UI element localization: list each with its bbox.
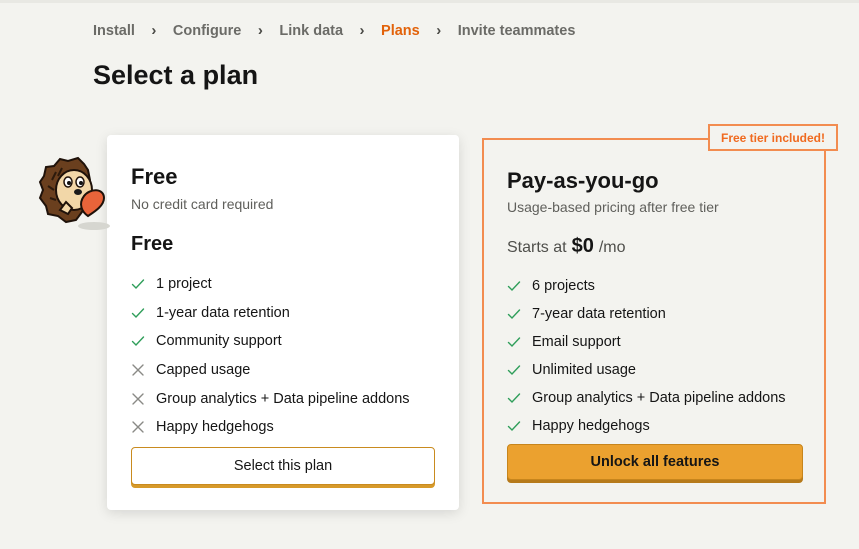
feature-label: Unlimited usage — [532, 362, 636, 378]
paid-feature-item: Happy hedgehogs — [507, 412, 786, 440]
feature-label: 7-year data retention — [532, 306, 666, 322]
select-free-plan-button[interactable]: Select this plan — [131, 447, 435, 485]
feature-label: Capped usage — [156, 362, 251, 379]
top-divider — [0, 0, 859, 3]
free-tier-badge: Free tier included! — [708, 124, 838, 151]
free-feature-item: 1 project — [131, 270, 410, 299]
feature-label: Group analytics + Data pipeline addons — [532, 390, 786, 406]
feature-label: Happy hedgehogs — [532, 418, 650, 434]
page-title: Select a plan — [93, 60, 259, 90]
breadcrumb-configure[interactable]: Configure — [173, 23, 241, 39]
feature-label: Group analytics + Data pipeline addons — [156, 390, 410, 407]
checkmark-icon — [507, 337, 521, 348]
cross-icon — [132, 364, 144, 376]
paid-feature-list: 6 projects 7-year data retention Email sup… — [507, 272, 786, 440]
paid-plan-name: Pay-as-you-go — [507, 168, 659, 193]
feature-label: Email support — [532, 334, 621, 350]
breadcrumb: Install › Configure › Link data › Plans … — [93, 22, 575, 39]
free-feature-item: Community support — [131, 327, 410, 356]
breadcrumb-link-data[interactable]: Link data — [279, 23, 343, 39]
unlock-all-features-button[interactable]: Unlock all features — [507, 444, 803, 480]
price-amount: $0 — [571, 235, 594, 257]
breadcrumb-install[interactable]: Install — [93, 23, 135, 39]
feature-label: Happy hedgehogs — [156, 419, 274, 436]
chevron-right-icon: › — [436, 22, 442, 39]
feature-label: 1 project — [156, 276, 212, 293]
checkmark-icon — [131, 308, 145, 318]
free-feature-list: 1 project 1-year data retention Community … — [131, 270, 410, 442]
breadcrumb-invite-teammates: Invite teammates — [457, 22, 576, 39]
free-plan-name: Free — [131, 164, 178, 189]
free-plan-subtitle: No credit card required — [131, 196, 274, 212]
free-feature-item: Happy hedgehogs — [131, 413, 410, 442]
paid-feature-item: Email support — [507, 328, 786, 356]
breadcrumb-plans: Plans — [381, 22, 420, 39]
free-plan-price: Free — [131, 233, 174, 255]
chevron-right-icon: › — [359, 22, 365, 39]
free-feature-item: Capped usage — [131, 356, 410, 385]
paid-feature-item: Group analytics + Data pipeline addons — [507, 384, 786, 412]
chevron-right-icon: › — [257, 22, 263, 39]
paid-feature-item: Unlimited usage — [507, 356, 786, 384]
chevron-right-icon: › — [151, 22, 157, 39]
checkmark-icon — [507, 421, 521, 432]
paid-plan-price: Starts at $0 /mo — [507, 235, 626, 258]
price-prefix: Starts at — [507, 239, 567, 256]
checkmark-icon — [507, 365, 521, 376]
paid-feature-item: 6 projects — [507, 272, 786, 300]
paid-feature-item: 7-year data retention — [507, 300, 786, 328]
checkmark-icon — [507, 393, 521, 404]
checkmark-icon — [507, 309, 521, 320]
checkmark-icon — [507, 281, 521, 292]
hedgehog-mascot — [38, 156, 110, 230]
feature-label: Community support — [156, 333, 282, 350]
feature-label: 1-year data retention — [156, 304, 290, 321]
free-feature-item: 1-year data retention — [131, 299, 410, 328]
feature-label: 6 projects — [532, 278, 595, 294]
price-suffix: /mo — [598, 239, 626, 256]
cross-icon — [132, 421, 144, 433]
free-feature-item: Group analytics + Data pipeline addons — [131, 384, 410, 413]
checkmark-icon — [131, 336, 145, 347]
checkmark-icon — [131, 279, 145, 290]
cross-icon — [132, 392, 144, 405]
paid-plan-subtitle: Usage-based pricing after free tier — [507, 199, 719, 215]
